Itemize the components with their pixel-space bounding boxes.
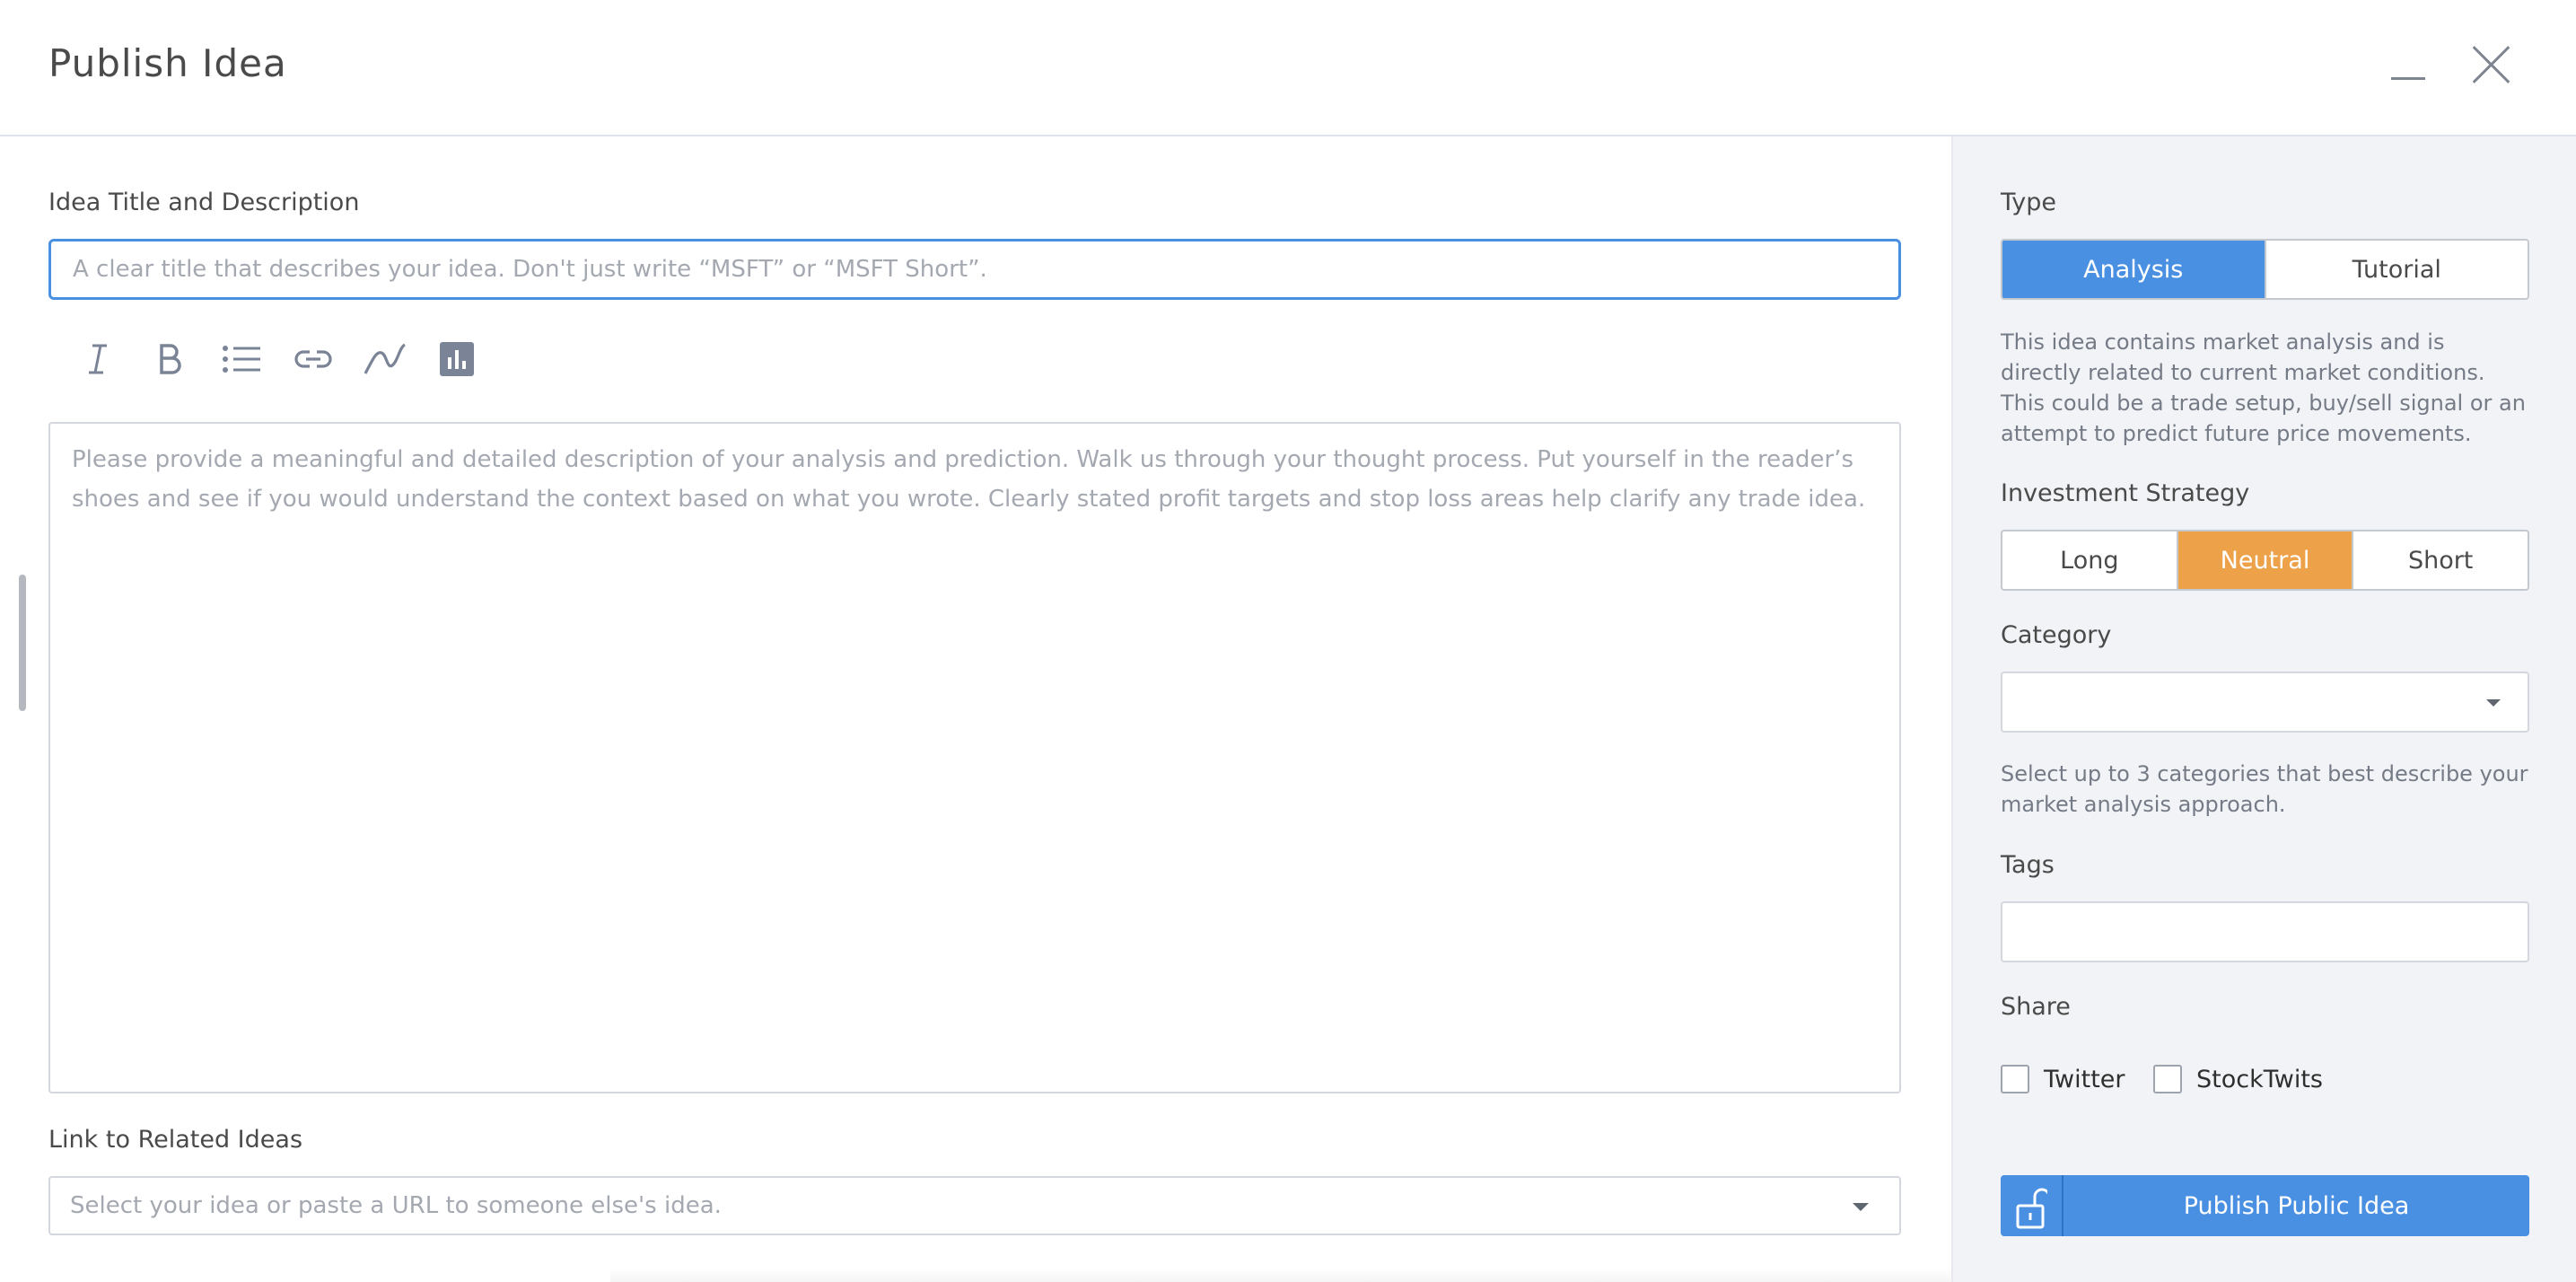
category-select[interactable] (2001, 672, 2529, 733)
type-label: Type (2001, 189, 2057, 216)
share-twitter-label: Twitter (2044, 1065, 2125, 1093)
dialog-header: Publish Idea (0, 0, 2576, 136)
investment-strategy-label: Investment Strategy (2001, 479, 2250, 507)
italic-icon[interactable] (63, 336, 133, 382)
publish-public-idea-button[interactable]: Publish Public Idea (2001, 1175, 2529, 1236)
bar-chart-icon[interactable] (422, 336, 492, 382)
bulleted-list-icon[interactable] (206, 336, 276, 382)
checkbox-box[interactable] (2001, 1065, 2029, 1093)
idea-title-input[interactable] (48, 239, 1901, 300)
tags-label: Tags (2001, 851, 2055, 879)
share-label: Share (2001, 993, 2071, 1021)
unlock-icon (2001, 1175, 2063, 1236)
description-placeholder: Please provide a meaningful and detailed… (72, 446, 1866, 513)
formatting-toolbar (63, 336, 494, 382)
category-label: Category (2001, 621, 2112, 649)
minimize-icon (2391, 77, 2425, 80)
chevron-down-icon (1853, 1203, 1869, 1211)
strategy-option-neutral[interactable]: Neutral (2177, 531, 2354, 589)
type-toggle: Analysis Tutorial (2001, 239, 2529, 300)
checkbox-box[interactable] (2153, 1065, 2182, 1093)
description-textarea[interactable]: Please provide a meaningful and detailed… (48, 422, 1901, 1093)
type-help-text: This idea contains market analysis and i… (2001, 329, 2526, 446)
line-chart-icon[interactable] (350, 336, 420, 382)
chevron-down-icon (2486, 699, 2501, 707)
related-ideas-label: Link to Related Ideas (48, 1126, 303, 1154)
share-stocktwits-checkbox[interactable]: StockTwits (2153, 1065, 2323, 1093)
share-stocktwits-label: StockTwits (2196, 1065, 2323, 1093)
related-ideas-placeholder: Select your idea or paste a URL to someo… (70, 1192, 722, 1219)
bold-icon[interactable] (135, 336, 205, 382)
bottom-shadow (610, 1268, 1957, 1282)
scrollbar-handle[interactable] (19, 575, 26, 711)
type-option-tutorial[interactable]: Tutorial (2266, 241, 2528, 298)
type-option-analysis[interactable]: Analysis (2002, 241, 2266, 298)
minimize-button[interactable] (2388, 50, 2427, 90)
publish-button-label: Publish Public Idea (2183, 1191, 2410, 1220)
share-twitter-checkbox[interactable]: Twitter (2001, 1065, 2125, 1093)
category-help-text: Select up to 3 categories that best desc… (2001, 761, 2528, 817)
strategy-option-short[interactable]: Short (2353, 531, 2528, 589)
tags-input[interactable] (2001, 901, 2529, 962)
link-icon[interactable] (278, 336, 348, 382)
related-ideas-select[interactable]: Select your idea or paste a URL to someo… (48, 1176, 1901, 1235)
close-icon[interactable] (2470, 43, 2513, 86)
strategy-toggle: Long Neutral Short (2001, 530, 2529, 591)
title-description-label: Idea Title and Description (48, 189, 360, 216)
strategy-option-long[interactable]: Long (2002, 531, 2178, 589)
dialog-title: Publish Idea (48, 41, 287, 85)
